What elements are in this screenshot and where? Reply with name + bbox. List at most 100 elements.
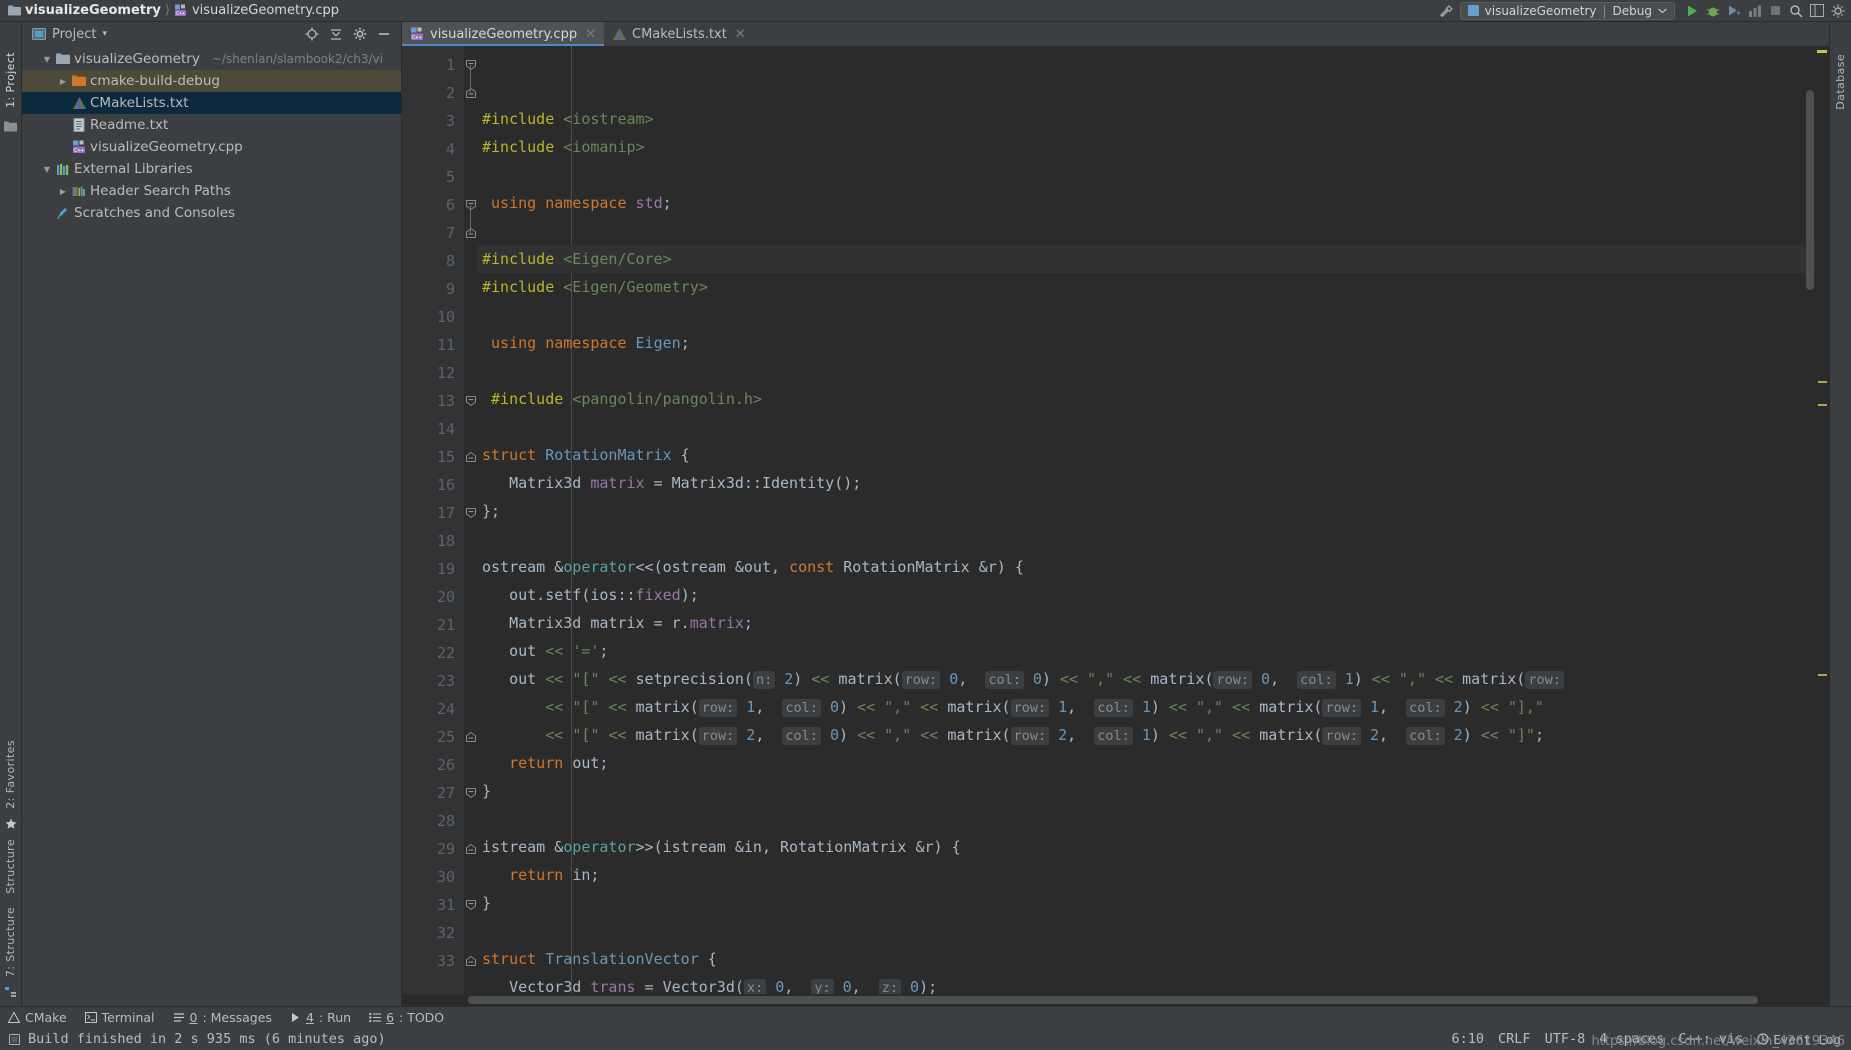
project-tree[interactable]: ▼ visualizeGeometry ~/shenlan/slambook2/…: [22, 46, 401, 1006]
event-log-button[interactable]: Event Log: [1757, 1032, 1841, 1047]
run-configuration-selector[interactable]: visualizeGeometry | Debug: [1459, 1, 1675, 20]
code-line[interactable]: << "[" << matrix(row: 2, col: 0) << "," …: [478, 721, 1815, 749]
tree-item-visualizeGeometry[interactable]: ▼ visualizeGeometry ~/shenlan/slambook2/…: [22, 48, 401, 70]
code-line[interactable]: };: [478, 497, 1815, 525]
code-line[interactable]: Vector3d trans = Vector3d(x: 0, y: 0, z:…: [478, 973, 1815, 994]
tool-window-cmake[interactable]: CMake: [7, 1010, 67, 1025]
target-icon[interactable]: [305, 27, 319, 41]
fold-toggle-icon[interactable]: [464, 443, 478, 471]
fold-toggle-icon[interactable]: [464, 219, 478, 247]
code-folding-column[interactable]: [464, 46, 478, 994]
tool-window-messages[interactable]: 0 : Messages: [173, 1010, 272, 1025]
code-line[interactable]: #include <pangolin/pangolin.h>: [478, 385, 1815, 413]
tab-CMakeLists-txt[interactable]: CMakeLists.txt ✕: [604, 22, 754, 46]
code-line[interactable]: [478, 217, 1815, 245]
tree-item-visualizeGeometry-cpp[interactable]: C++ visualizeGeometry.cpp: [22, 136, 401, 158]
fold-toggle-icon[interactable]: [464, 51, 478, 79]
tool-window-structure-num-tab[interactable]: 7: Structure: [4, 903, 17, 981]
code-line[interactable]: [478, 525, 1815, 553]
code-line[interactable]: }: [478, 777, 1815, 805]
status-message-area[interactable]: Build finished in 2 s 935 ms (6 minutes …: [8, 1031, 386, 1047]
tab-visualizeGeometry-cpp[interactable]: C++ visualizeGeometry.cpp ✕: [402, 22, 604, 46]
tree-item-external-libraries[interactable]: ▼ External Libraries: [22, 158, 401, 180]
chevron-right-icon[interactable]: ▶: [56, 187, 70, 196]
tool-window-structure-tab[interactable]: Structure: [4, 835, 17, 898]
close-icon[interactable]: ✕: [585, 27, 596, 42]
collapse-all-icon[interactable]: [329, 27, 343, 41]
tool-window-terminal[interactable]: Terminal: [84, 1010, 155, 1025]
code-line[interactable]: [478, 301, 1815, 329]
tool-window-database-tab[interactable]: Database: [1834, 50, 1847, 114]
fold-toggle-icon[interactable]: [464, 79, 478, 107]
code-line[interactable]: ostream &operator<<(ostream &out, const …: [478, 553, 1815, 581]
code-line[interactable]: [478, 413, 1815, 441]
run-icon[interactable]: [1685, 4, 1699, 18]
caret-position[interactable]: 6:10: [1452, 1031, 1485, 1047]
code-line[interactable]: #include <Eigen/Geometry>: [478, 273, 1815, 301]
code-line[interactable]: out << '=';: [478, 637, 1815, 665]
code-line[interactable]: << "[" << matrix(row: 1, col: 0) << "," …: [478, 693, 1815, 721]
tool-window-todo[interactable]: 6 : TODO: [369, 1010, 444, 1025]
layout-icon[interactable]: [1810, 4, 1824, 17]
fold-toggle-icon[interactable]: [464, 947, 478, 975]
fold-toggle-icon[interactable]: [464, 835, 478, 863]
code-line[interactable]: [478, 161, 1815, 189]
code-line[interactable]: return out;: [478, 749, 1815, 777]
code-line[interactable]: #include <iomanip>: [478, 133, 1815, 161]
code-line[interactable]: #include <iostream>: [478, 105, 1815, 133]
fold-toggle-icon[interactable]: [464, 723, 478, 751]
file-encoding[interactable]: UTF-8: [1545, 1031, 1586, 1047]
editor-vertical-scrollbar[interactable]: [1805, 46, 1815, 980]
hscrollbar-thumb[interactable]: [468, 996, 1758, 1004]
tree-item-scratches-and-consoles[interactable]: Scratches and Consoles: [22, 202, 401, 224]
code-line[interactable]: Matrix3d matrix = r.matrix;: [478, 609, 1815, 637]
hide-panel-icon[interactable]: [377, 27, 391, 41]
tree-item-cmake-build-debug[interactable]: ▶ cmake-build-debug: [22, 70, 401, 92]
settings-gear-icon[interactable]: [1831, 4, 1845, 18]
tree-item-header-search-paths[interactable]: ▶ Header Search Paths: [22, 180, 401, 202]
code-line[interactable]: out.setf(ios::fixed);: [478, 581, 1815, 609]
line-separator[interactable]: CRLF: [1498, 1031, 1531, 1047]
fold-toggle-icon[interactable]: [464, 779, 478, 807]
run-with-coverage-icon[interactable]: [1727, 4, 1741, 18]
code-line[interactable]: using namespace Eigen;: [478, 329, 1815, 357]
indent-setting[interactable]: 4 spaces: [1599, 1031, 1664, 1047]
language-level[interactable]: C++: vis: [1678, 1031, 1743, 1047]
line-number-gutter[interactable]: 1 2 3 4 5 6 7 8 9 10 11 12 13 14 15 16 17 18 19 20 21 22 23 24 2…: [402, 46, 464, 994]
breadcrumb-item-file[interactable]: C++ visualizeGeometry.cpp: [174, 3, 339, 18]
fold-toggle-icon[interactable]: [464, 499, 478, 527]
tree-item-Readme[interactable]: Readme.txt: [22, 114, 401, 136]
fold-toggle-icon[interactable]: [464, 387, 478, 415]
fold-toggle-icon[interactable]: [464, 891, 478, 919]
tool-window-favorites-tab[interactable]: 2: Favorites: [4, 736, 17, 813]
editor-marker-bar[interactable]: [1815, 46, 1829, 994]
code-line[interactable]: }: [478, 889, 1815, 917]
editor-horizontal-scrollbar[interactable]: [402, 994, 1829, 1006]
code-line[interactable]: #include <Eigen/Core>: [478, 245, 1815, 273]
chevron-down-icon[interactable]: ▾: [102, 29, 107, 39]
tree-item-CMakeLists[interactable]: CMakeLists.txt: [22, 92, 401, 114]
search-icon[interactable]: [1789, 4, 1803, 18]
code-line[interactable]: out << "[" << setprecision(n: 2) << matr…: [478, 665, 1815, 693]
stop-icon[interactable]: [1769, 4, 1782, 17]
chevron-right-icon[interactable]: ▶: [56, 77, 70, 86]
close-icon[interactable]: ✕: [735, 27, 746, 42]
code-line[interactable]: istream &operator>>(istream &in, Rotatio…: [478, 833, 1815, 861]
fold-toggle-icon[interactable]: [464, 191, 478, 219]
code-editor[interactable]: #include <iostream> #include <iomanip> us…: [478, 46, 1815, 994]
code-line[interactable]: return in;: [478, 861, 1815, 889]
tool-window-project-tab[interactable]: 1: Project: [4, 48, 17, 112]
project-panel-title[interactable]: Project ▾: [32, 27, 107, 42]
chevron-down-icon[interactable]: ▼: [40, 55, 54, 64]
code-line[interactable]: struct RotationMatrix {: [478, 441, 1815, 469]
code-line[interactable]: [478, 805, 1815, 833]
profile-icon[interactable]: [1748, 4, 1762, 18]
tool-window-run[interactable]: 4 : Run: [290, 1010, 351, 1025]
breadcrumb-item-project[interactable]: visualizeGeometry: [8, 3, 161, 18]
code-line[interactable]: struct TranslationVector {: [478, 945, 1815, 973]
code-line[interactable]: using namespace std;: [478, 189, 1815, 217]
scrollbar-thumb[interactable]: [1806, 90, 1814, 290]
settings-gear-icon[interactable]: [353, 27, 367, 41]
build-hammer-icon[interactable]: [1439, 3, 1454, 18]
chevron-down-icon[interactable]: ▼: [40, 165, 54, 174]
